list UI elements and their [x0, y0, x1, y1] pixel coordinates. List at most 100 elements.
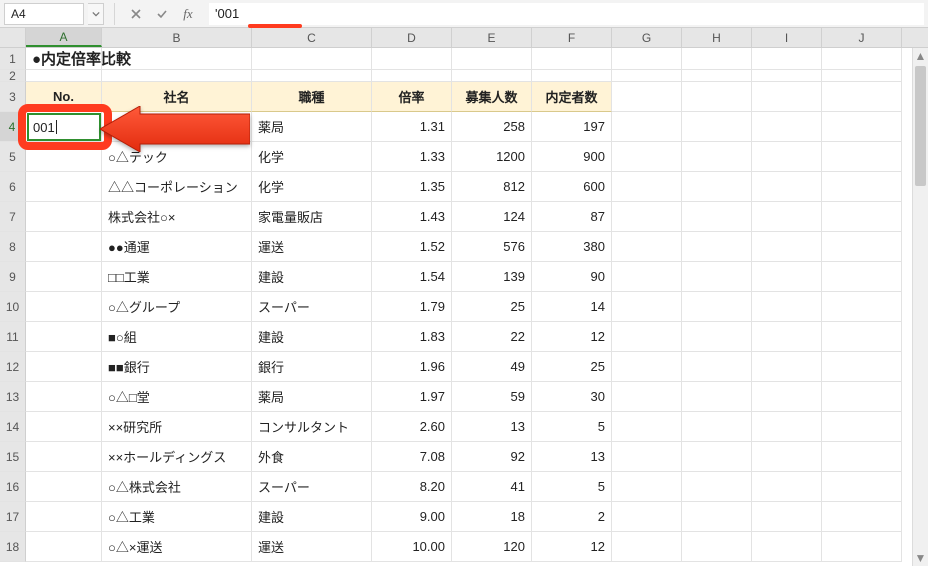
cell[interactable]	[252, 70, 372, 82]
cell[interactable]	[612, 472, 682, 502]
cell[interactable]: 90	[532, 262, 612, 292]
cell[interactable]	[612, 412, 682, 442]
row-header-6[interactable]: 6	[0, 172, 26, 202]
cell[interactable]: 12	[532, 532, 612, 562]
cell[interactable]	[752, 82, 822, 112]
cell[interactable]	[682, 82, 752, 112]
cell[interactable]	[752, 292, 822, 322]
cell[interactable]	[752, 412, 822, 442]
cell[interactable]: 197	[532, 112, 612, 142]
cell[interactable]	[532, 48, 612, 70]
cell[interactable]	[822, 382, 902, 412]
cell[interactable]: 8.20	[372, 472, 452, 502]
cell[interactable]	[682, 292, 752, 322]
row-header-7[interactable]: 7	[0, 202, 26, 232]
cell[interactable]	[822, 292, 902, 322]
cell[interactable]	[26, 262, 102, 292]
row-header-10[interactable]: 10	[0, 292, 26, 322]
row-header-1[interactable]: 1	[0, 48, 26, 70]
cell[interactable]: ■○組	[102, 322, 252, 352]
row-header-8[interactable]: 8	[0, 232, 26, 262]
cell[interactable]	[752, 202, 822, 232]
cell[interactable]	[612, 502, 682, 532]
cell[interactable]: ○△工業	[102, 502, 252, 532]
cell[interactable]	[612, 202, 682, 232]
cell[interactable]	[26, 322, 102, 352]
cell[interactable]: 900	[532, 142, 612, 172]
cell[interactable]: 22	[452, 322, 532, 352]
cell[interactable]: 7.08	[372, 442, 452, 472]
cell[interactable]	[752, 232, 822, 262]
cell[interactable]	[26, 472, 102, 502]
cell[interactable]: 1.79	[372, 292, 452, 322]
cell[interactable]	[822, 532, 902, 562]
cell[interactable]: ●●通運	[102, 232, 252, 262]
row-header-13[interactable]: 13	[0, 382, 26, 412]
cell[interactable]: 株式会社○×	[102, 202, 252, 232]
cell[interactable]	[752, 262, 822, 292]
cell[interactable]: 運送	[252, 232, 372, 262]
cell[interactable]: 380	[532, 232, 612, 262]
cell[interactable]: 9.00	[372, 502, 452, 532]
cell[interactable]	[822, 172, 902, 202]
cell[interactable]: コンサルタント	[252, 412, 372, 442]
table-header-accepted[interactable]: 内定者数	[532, 82, 612, 112]
cell[interactable]: 139	[452, 262, 532, 292]
cell[interactable]	[822, 70, 902, 82]
cell[interactable]: 5	[532, 412, 612, 442]
col-header-J[interactable]: J	[822, 28, 902, 47]
cell[interactable]: 258	[452, 112, 532, 142]
cell[interactable]	[822, 112, 902, 142]
vertical-scrollbar[interactable]: ▲ ▼	[912, 48, 928, 566]
select-all-corner[interactable]	[0, 28, 26, 47]
col-header-C[interactable]: C	[252, 28, 372, 47]
cell[interactable]	[252, 48, 372, 70]
cell[interactable]	[752, 142, 822, 172]
title-cell[interactable]: ●内定倍率比較	[26, 48, 102, 70]
table-header-jobtype[interactable]: 職種	[252, 82, 372, 112]
cell[interactable]	[682, 262, 752, 292]
cell[interactable]: 812	[452, 172, 532, 202]
cell[interactable]: 12	[532, 322, 612, 352]
cell[interactable]: ○△×運送	[102, 532, 252, 562]
cell[interactable]	[752, 502, 822, 532]
row-header-12[interactable]: 12	[0, 352, 26, 382]
cell[interactable]	[822, 232, 902, 262]
col-header-E[interactable]: E	[452, 28, 532, 47]
cell[interactable]: 1.33	[372, 142, 452, 172]
cell[interactable]: △△コーポレーション	[102, 172, 252, 202]
cell[interactable]	[752, 532, 822, 562]
col-header-B[interactable]: B	[102, 28, 252, 47]
cell[interactable]: 化学	[252, 172, 372, 202]
cell[interactable]	[752, 382, 822, 412]
cell[interactable]: 銀行	[252, 352, 372, 382]
cell[interactable]	[682, 412, 752, 442]
cell[interactable]	[752, 172, 822, 202]
cell[interactable]	[26, 172, 102, 202]
cell[interactable]	[822, 472, 902, 502]
name-box[interactable]: A4	[4, 3, 84, 25]
cell[interactable]: 18	[452, 502, 532, 532]
cell[interactable]	[612, 142, 682, 172]
cell[interactable]	[822, 262, 902, 292]
cell[interactable]	[612, 82, 682, 112]
cell[interactable]	[612, 70, 682, 82]
cell[interactable]	[612, 352, 682, 382]
col-header-A[interactable]: A	[26, 28, 102, 47]
cell[interactable]	[682, 142, 752, 172]
enter-button[interactable]	[151, 3, 173, 25]
col-header-I[interactable]: I	[752, 28, 822, 47]
cancel-button[interactable]	[125, 3, 147, 25]
cell[interactable]	[822, 442, 902, 472]
cell[interactable]	[682, 48, 752, 70]
cell[interactable]: スーパー	[252, 292, 372, 322]
cell[interactable]	[612, 262, 682, 292]
cell[interactable]	[612, 232, 682, 262]
cell[interactable]	[752, 352, 822, 382]
cell[interactable]: 120	[452, 532, 532, 562]
cell[interactable]: スーパー	[252, 472, 372, 502]
scroll-down-icon[interactable]: ▼	[913, 550, 928, 566]
cell[interactable]: ○△グループ	[102, 292, 252, 322]
cell[interactable]: 2	[532, 502, 612, 532]
cell[interactable]	[682, 322, 752, 352]
